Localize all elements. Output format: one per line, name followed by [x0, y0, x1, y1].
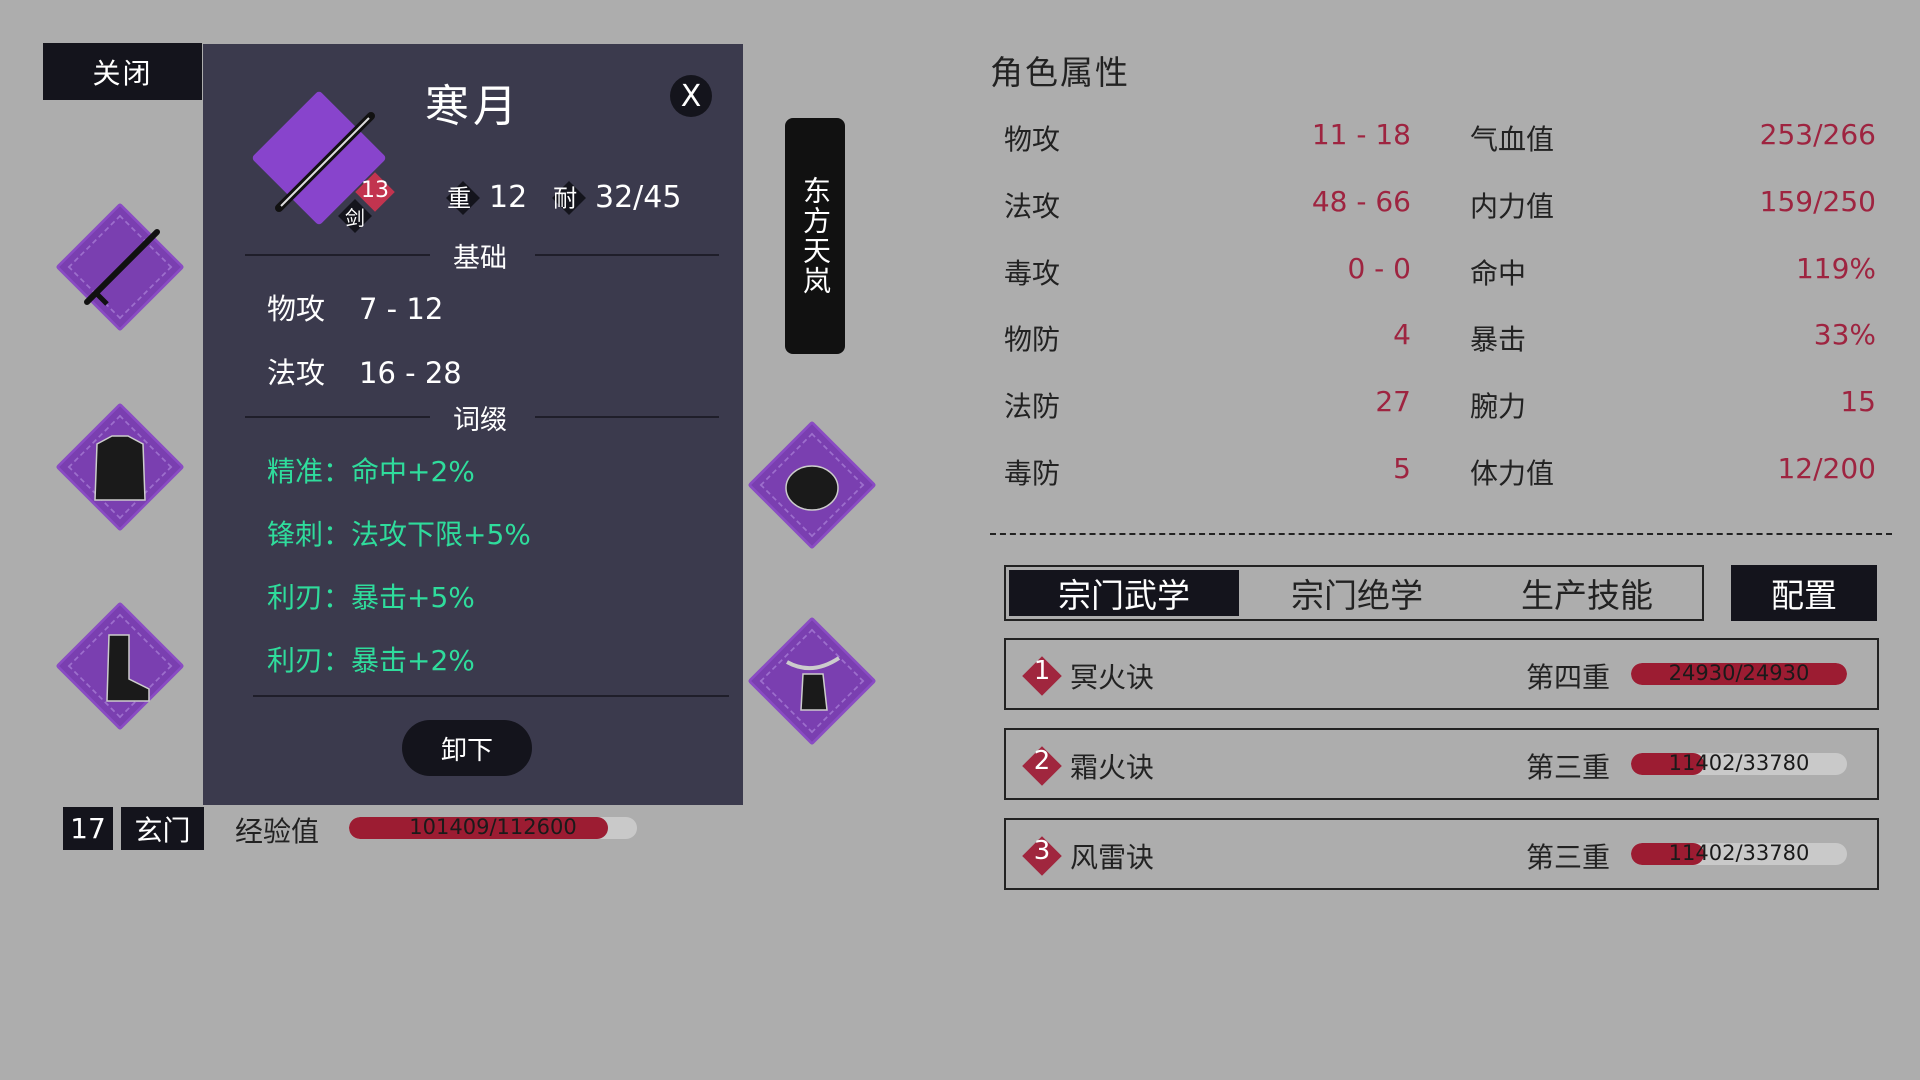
- durability-icon: 耐: [552, 180, 586, 215]
- skill-name: 霜火诀: [1070, 751, 1155, 784]
- character-name-scroll: 东方天岚: [785, 118, 845, 354]
- divider: [253, 695, 729, 697]
- base-section-header: 基础: [245, 234, 719, 274]
- sword-icon: [84, 229, 160, 306]
- attr-value: 253/266: [1759, 118, 1876, 151]
- equip-slot-accessory[interactable]: [747, 420, 877, 550]
- boot-icon: [106, 634, 150, 702]
- attr-label: 内力值: [1470, 190, 1555, 223]
- exp-label: 经验值: [235, 815, 320, 848]
- skill-progress: 24930/24930: [1668, 663, 1810, 685]
- skill-progress-bar: 24930/24930: [1631, 663, 1847, 685]
- unequip-button[interactable]: 卸下: [402, 720, 532, 776]
- attr-label: 毒防: [1004, 457, 1061, 490]
- tab-sect-martial[interactable]: 宗门武学: [1009, 570, 1239, 616]
- equip-slot-accessory2[interactable]: [747, 616, 877, 746]
- config-button[interactable]: 配置: [1731, 565, 1877, 621]
- exp-bar: 101409/112600: [349, 817, 637, 839]
- attr-value: 159/250: [1759, 185, 1876, 218]
- attr-label: 物攻: [1004, 123, 1061, 156]
- skill-progress: 11402/33780: [1668, 753, 1810, 775]
- weight-value: 12: [489, 180, 528, 215]
- skill-number: 1: [1033, 656, 1051, 686]
- skill-progress: 11402/33780: [1668, 843, 1810, 865]
- equip-slot-boots[interactable]: [55, 601, 185, 731]
- base-stat-row: 法攻 16 - 28: [267, 356, 462, 390]
- skill-row[interactable]: 2 霜火诀 第三重 11402/33780: [1004, 728, 1879, 800]
- affix-line: 锋刺：法攻下限+5%: [267, 518, 531, 551]
- attr-label: 法攻: [1004, 190, 1061, 223]
- robe-icon: [94, 435, 146, 501]
- exp-value: 101409/112600: [409, 817, 577, 839]
- affix-section-header: 词缀: [245, 396, 719, 436]
- tab-sect-ultimate[interactable]: 宗门绝学: [1242, 567, 1472, 619]
- divider: [990, 533, 1892, 535]
- close-tooltip-button[interactable]: X: [670, 75, 712, 117]
- equip-slot-weapon[interactable]: [55, 202, 185, 332]
- attr-value: 33%: [1813, 318, 1876, 351]
- attr-label: 暴击: [1470, 323, 1527, 356]
- skill-stage: 第三重: [1526, 841, 1611, 874]
- weight-icon: 重: [446, 180, 480, 215]
- attr-label: 法防: [1004, 390, 1061, 423]
- skill-number: 3: [1033, 836, 1051, 866]
- durability-value: 32/45: [595, 180, 682, 215]
- character-sect: 玄门: [121, 807, 204, 850]
- item-tooltip-panel: 寒月 X 13 剑 重 12 耐 32/45 基础 物攻 7 - 12 法攻 16 …: [203, 44, 743, 805]
- skill-progress-bar: 11402/33780: [1631, 753, 1847, 775]
- attr-label: 腕力: [1470, 390, 1527, 423]
- skill-progress-bar: 11402/33780: [1631, 843, 1847, 865]
- skill-row[interactable]: 1 冥火诀 第四重 24930/24930: [1004, 638, 1879, 710]
- character-name: 东方天岚: [799, 176, 832, 296]
- equip-slot-armor[interactable]: [55, 402, 185, 532]
- close-panel-button[interactable]: 关闭: [43, 43, 202, 100]
- affix-line: 利刃：暴击+2%: [267, 644, 475, 677]
- tab-production[interactable]: 生产技能: [1472, 567, 1702, 619]
- durability-stat: 耐 32/45: [552, 180, 682, 215]
- attr-value: 27: [1375, 385, 1411, 418]
- attr-value: 5: [1393, 452, 1411, 485]
- attr-label: 命中: [1470, 257, 1527, 290]
- skill-stage: 第四重: [1526, 661, 1611, 694]
- stone-icon: [785, 465, 839, 511]
- skill-name: 风雷诀: [1070, 841, 1155, 874]
- skill-tabs: 宗门武学 宗门绝学 生产技能: [1004, 565, 1704, 621]
- attr-value: 12/200: [1777, 452, 1876, 485]
- attr-value: 119%: [1795, 252, 1876, 285]
- skill-row[interactable]: 3 风雷诀 第三重 11402/33780: [1004, 818, 1879, 890]
- skill-name: 冥火诀: [1070, 661, 1155, 694]
- item-level: 13: [361, 178, 389, 203]
- attr-value: 0 - 0: [1347, 252, 1411, 285]
- attr-value: 15: [1840, 385, 1876, 418]
- attr-label: 毒攻: [1004, 257, 1061, 290]
- item-type: 剑: [345, 206, 365, 230]
- base-stat-row: 物攻 7 - 12: [267, 292, 444, 326]
- attr-value: 11 - 18: [1311, 118, 1411, 151]
- attributes-title: 角色属性: [990, 53, 1130, 92]
- attr-label: 体力值: [1470, 457, 1555, 490]
- character-level: 17: [63, 807, 113, 850]
- attr-value: 48 - 66: [1311, 185, 1411, 218]
- skill-number: 2: [1033, 746, 1051, 776]
- attr-label: 物防: [1004, 323, 1061, 356]
- weight-stat: 重 12: [446, 180, 528, 215]
- affix-line: 精准：命中+2%: [267, 455, 475, 488]
- pouch-icon: [786, 656, 841, 711]
- skill-stage: 第三重: [1526, 751, 1611, 784]
- attr-label: 气血值: [1470, 123, 1555, 156]
- attr-value: 4: [1393, 318, 1411, 351]
- affix-line: 利刃：暴击+5%: [267, 581, 475, 614]
